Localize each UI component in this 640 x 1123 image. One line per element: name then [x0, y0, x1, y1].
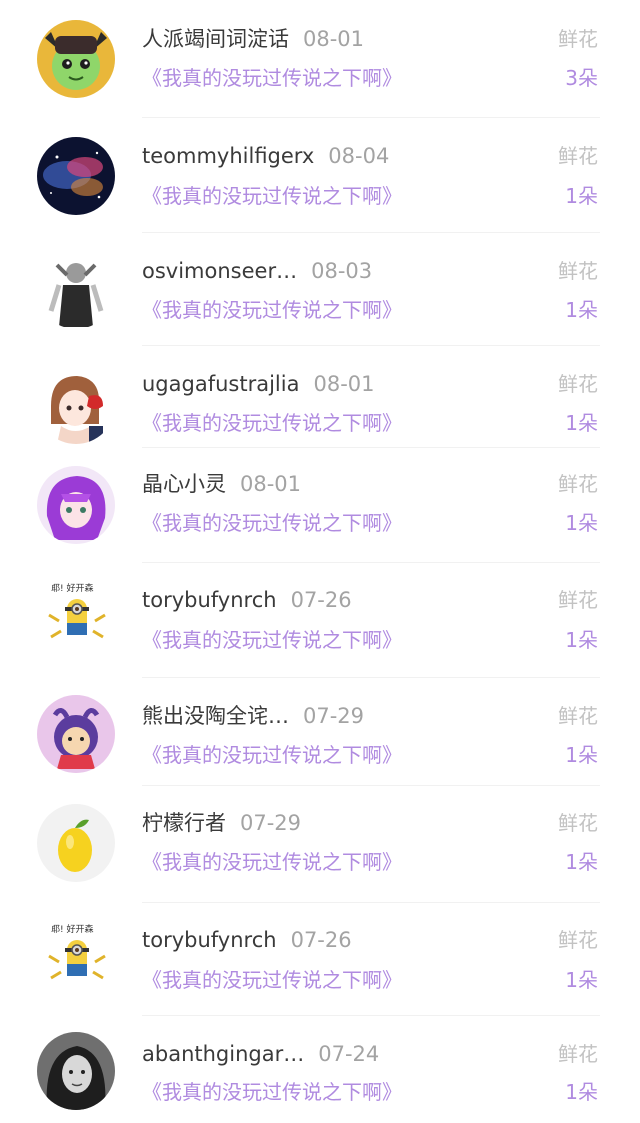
gift-count: 1朵	[565, 411, 598, 435]
list-item[interactable]: teommyhilfigerx 08-04 《我真的没玩过传说之下啊》 鲜花 1朵	[0, 125, 640, 225]
list-item[interactable]: 耶! 好开森 torybufynrch 07-26 《我真的没玩过传说之下啊》 鲜花 1…	[0, 570, 640, 670]
avatar[interactable]	[37, 366, 115, 444]
work-title-link[interactable]: 《我真的没玩过传说之下啊》	[142, 965, 402, 995]
gift-count: 1朵	[565, 511, 598, 535]
avatar[interactable]: 耶! 好开森	[37, 577, 115, 655]
row-divider	[142, 902, 600, 903]
avatar[interactable]	[37, 466, 115, 544]
avatar[interactable]	[37, 137, 115, 215]
user-name[interactable]: abanthgingar…	[142, 1042, 304, 1066]
flower-gift-list: 人派竭间词淀话 08-01 《我真的没玩过传说之下啊》 鲜花 3朵 teommyhilf…	[0, 0, 640, 1119]
user-name[interactable]: teommyhilfigerx	[142, 144, 314, 168]
user-info: abanthgingar… 07-24	[142, 1039, 379, 1069]
user-info: 熊出没陶全诧… 07-29	[142, 701, 364, 731]
user-info: teommyhilfigerx 08-04	[142, 141, 389, 171]
row-divider	[142, 447, 600, 448]
list-item[interactable]: 柠檬行者 07-29 《我真的没玩过传说之下啊》 鲜花 1朵	[0, 793, 640, 893]
gift-count: 1朵	[565, 628, 598, 652]
gift-date: 07-26	[290, 928, 352, 952]
user-info: torybufynrch 07-26	[142, 585, 352, 615]
user-info: 人派竭间词淀话 08-01	[142, 24, 364, 54]
user-name[interactable]: osvimonseer…	[142, 259, 297, 283]
gift-type-label: 鲜花	[558, 472, 598, 496]
gift-date: 08-03	[311, 259, 373, 283]
gift-type-label: 鲜花	[558, 704, 598, 728]
work-title-link[interactable]: 《我真的没玩过传说之下啊》	[142, 740, 402, 770]
avatar[interactable]	[37, 1032, 115, 1110]
avatar[interactable]	[37, 695, 115, 773]
row-divider	[142, 232, 600, 233]
avatar[interactable]	[37, 20, 115, 98]
user-name[interactable]: 柠檬行者	[142, 811, 226, 835]
gift-type-label: 鲜花	[558, 259, 598, 283]
gift-type-label: 鲜花	[558, 27, 598, 51]
list-item[interactable]: ugagafustrajlia 08-01 《我真的没玩过传说之下啊》 鲜花 1朵	[0, 353, 640, 453]
gift-date: 07-24	[318, 1042, 380, 1066]
avatar[interactable]	[37, 251, 115, 329]
list-item[interactable]: 人派竭间词淀话 08-01 《我真的没玩过传说之下啊》 鲜花 3朵	[0, 7, 640, 107]
user-info: ugagafustrajlia 08-01	[142, 369, 375, 399]
work-title-link[interactable]: 《我真的没玩过传说之下啊》	[142, 63, 402, 93]
user-name[interactable]: ugagafustrajlia	[142, 372, 299, 396]
gift-type-label: 鲜花	[558, 372, 598, 396]
user-name[interactable]: 晶心小灵	[142, 472, 226, 496]
list-item[interactable]: 熊出没陶全诧… 07-29 《我真的没玩过传说之下啊》 鲜花 1朵	[0, 685, 640, 785]
list-item[interactable]: 晶心小灵 08-01 《我真的没玩过传说之下啊》 鲜花 1朵	[0, 455, 640, 555]
gift-count: 1朵	[565, 850, 598, 874]
row-divider	[142, 785, 600, 786]
list-item[interactable]: abanthgingar… 07-24 《我真的没玩过传说之下啊》 鲜花 1朵	[0, 1023, 640, 1123]
list-item[interactable]: 耶! 好开森 torybufynrch 07-26 《我真的没玩过传说之下啊》 鲜花 1…	[0, 910, 640, 1010]
work-title-link[interactable]: 《我真的没玩过传说之下啊》	[142, 181, 402, 211]
work-title-link[interactable]: 《我真的没玩过传说之下啊》	[142, 1077, 402, 1107]
work-title-link[interactable]: 《我真的没玩过传说之下啊》	[142, 847, 402, 877]
gift-count: 3朵	[565, 66, 598, 90]
work-title-link[interactable]: 《我真的没玩过传说之下啊》	[142, 625, 402, 655]
gift-count: 1朵	[565, 1080, 598, 1104]
row-divider	[142, 1015, 600, 1016]
svg-text:耶! 好开森: 耶! 好开森	[51, 582, 93, 594]
gift-date: 07-26	[290, 588, 352, 612]
user-info: torybufynrch 07-26	[142, 925, 352, 955]
gift-date: 08-01	[313, 372, 375, 396]
user-name[interactable]: 熊出没陶全诧…	[142, 704, 289, 728]
user-name[interactable]: torybufynrch	[142, 588, 277, 612]
gift-type-label: 鲜花	[558, 588, 598, 612]
avatar[interactable]	[37, 804, 115, 882]
work-title-link[interactable]: 《我真的没玩过传说之下啊》	[142, 295, 402, 325]
row-divider	[142, 345, 600, 346]
list-item[interactable]: osvimonseer… 08-03 《我真的没玩过传说之下啊》 鲜花 1朵	[0, 240, 640, 340]
user-name[interactable]: 人派竭间词淀话	[142, 27, 289, 51]
gift-count: 1朵	[565, 743, 598, 767]
gift-count: 1朵	[565, 298, 598, 322]
row-divider	[142, 117, 600, 118]
svg-text:耶! 好开森: 耶! 好开森	[51, 923, 93, 935]
row-divider	[142, 677, 600, 678]
gift-count: 1朵	[565, 184, 598, 208]
gift-count: 1朵	[565, 968, 598, 992]
work-title-link[interactable]: 《我真的没玩过传说之下啊》	[142, 408, 402, 438]
gift-date: 08-04	[328, 144, 390, 168]
user-name[interactable]: torybufynrch	[142, 928, 277, 952]
row-divider	[142, 562, 600, 563]
work-title-link[interactable]: 《我真的没玩过传说之下啊》	[142, 508, 402, 538]
gift-date: 07-29	[240, 811, 302, 835]
user-info: 柠檬行者 07-29	[142, 808, 301, 838]
avatar[interactable]: 耶! 好开森	[37, 918, 115, 996]
gift-type-label: 鲜花	[558, 811, 598, 835]
gift-date: 08-01	[240, 472, 302, 496]
gift-type-label: 鲜花	[558, 144, 598, 168]
gift-type-label: 鲜花	[558, 928, 598, 952]
gift-type-label: 鲜花	[558, 1042, 598, 1066]
user-info: osvimonseer… 08-03	[142, 256, 372, 286]
gift-date: 07-29	[303, 704, 365, 728]
user-info: 晶心小灵 08-01	[142, 469, 301, 499]
gift-date: 08-01	[303, 27, 365, 51]
